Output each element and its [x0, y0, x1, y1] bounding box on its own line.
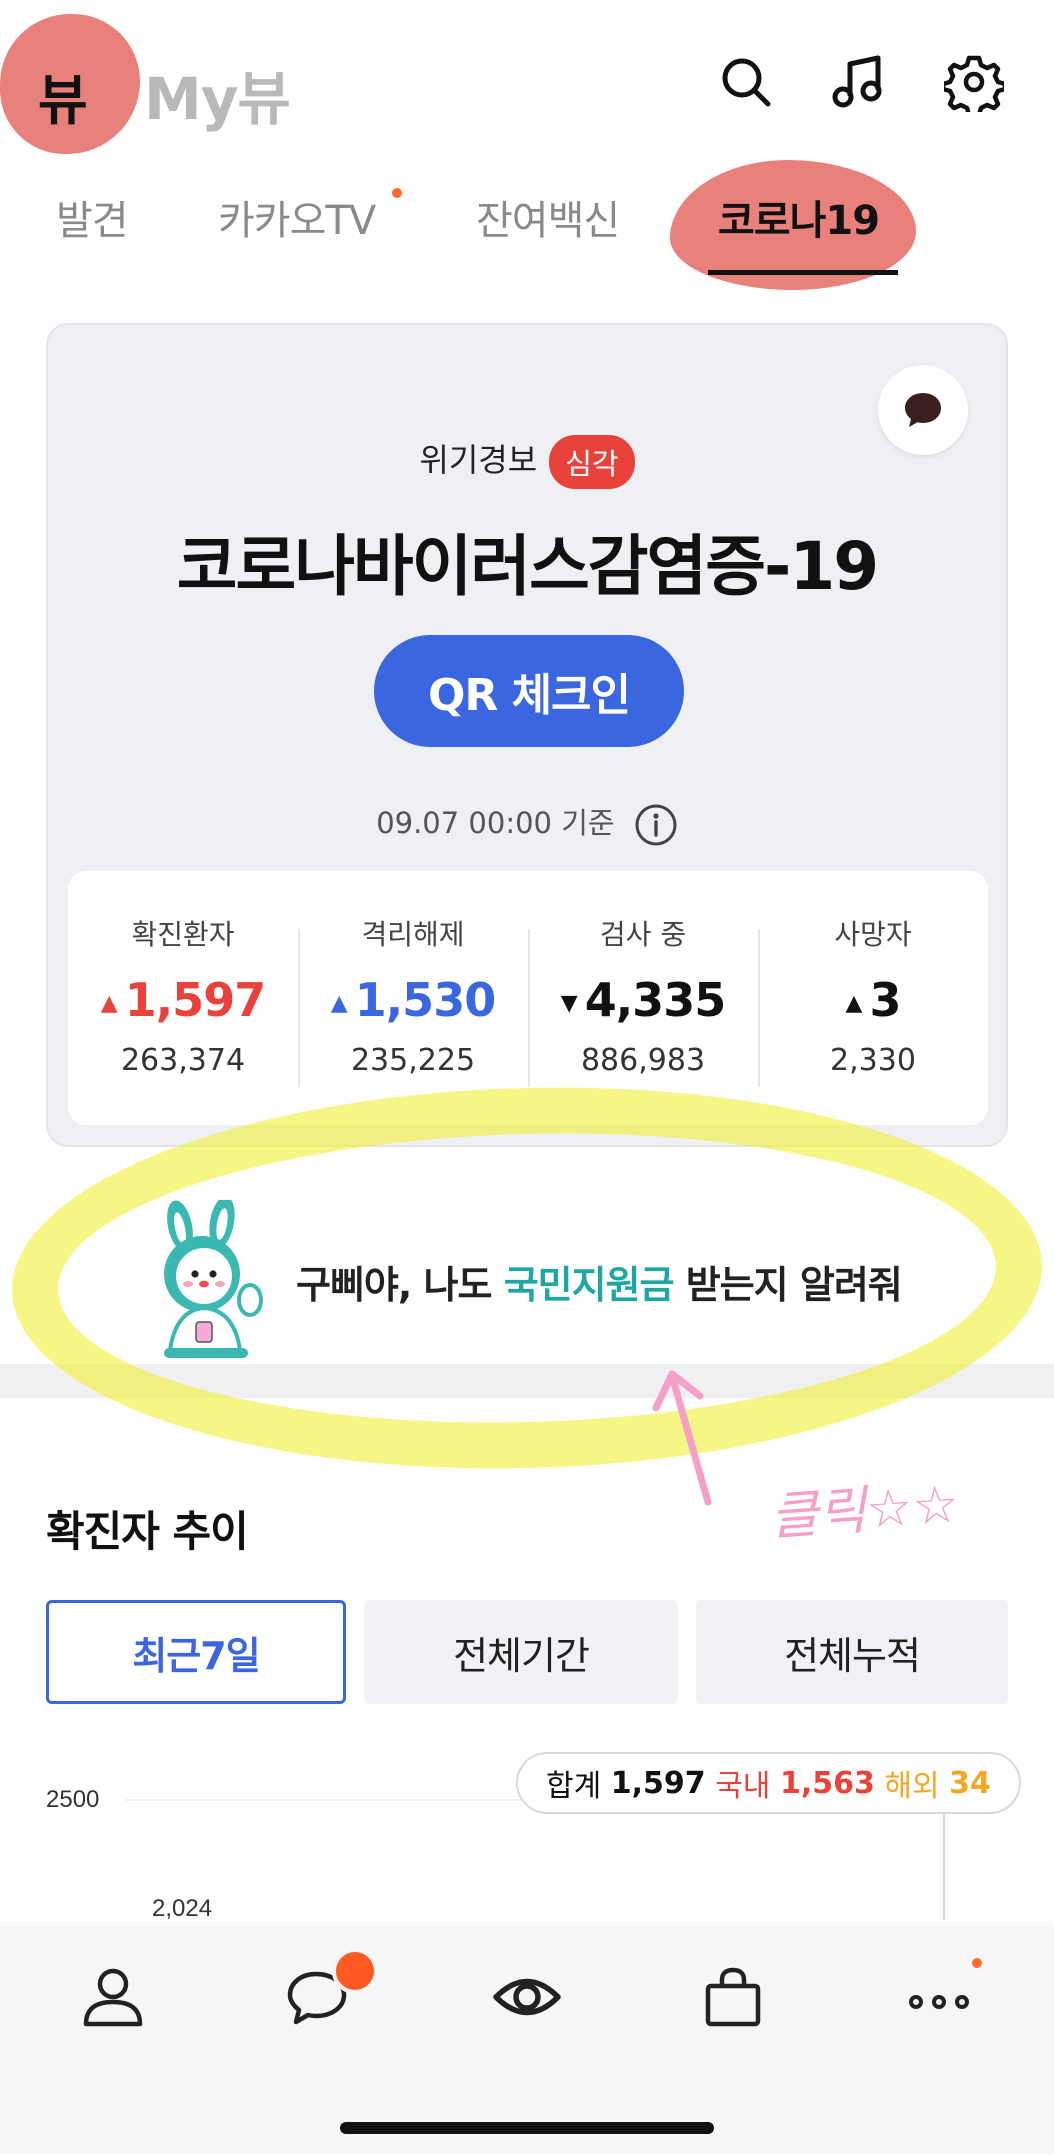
stat-label: 사망자: [834, 918, 912, 951]
stat-label: 검사 중: [599, 918, 687, 951]
tooltip-total-value: 1,597: [610, 1765, 706, 1801]
tooltip-overseas-label: 해외: [884, 1769, 940, 1804]
info-icon[interactable]: [634, 803, 678, 847]
stat-total: 235,225: [350, 1043, 476, 1078]
data-label: 2,024: [152, 1895, 212, 1920]
profile-icon[interactable]: [78, 1962, 148, 2032]
stat-change: ▲ 1,597: [68, 973, 298, 1027]
stat-change-value: 4,335: [584, 973, 727, 1027]
pink-arrow-annotation: [652, 1370, 712, 1506]
alert-label: 위기경보: [419, 441, 538, 479]
my-view-link[interactable]: My뷰: [144, 52, 291, 136]
up-triangle-icon: ▲: [330, 991, 348, 1016]
period-recent-7-days-button[interactable]: 최근7일: [46, 1600, 346, 1704]
period-all-time-button[interactable]: 전체기간: [364, 1600, 678, 1704]
search-icon[interactable]: [716, 52, 776, 112]
tooltip-domestic-label: 국내: [715, 1769, 771, 1804]
new-dot-indicator: [392, 188, 402, 198]
music-icon[interactable]: [828, 52, 888, 112]
app-header: 뷰 My뷰: [0, 0, 1054, 154]
down-triangle-icon: ▼: [560, 991, 578, 1016]
tab-covid19[interactable]: 코로나19: [718, 188, 880, 246]
tab-kakaotv[interactable]: 카카오TV: [218, 188, 376, 246]
stat-change: ▼ 4,335: [528, 973, 758, 1027]
covid-status-card: 위기경보 심각 코로나바이러스감염증-19 QR 체크인 09.07 00:00 …: [46, 323, 1008, 1147]
click-note-annotation: 클릭☆☆: [768, 1474, 962, 1548]
stat-deaths: 사망자 ▲ 3 2,330: [758, 871, 988, 1125]
active-tab-underline: [708, 270, 898, 275]
alert-level-badge: 심각: [549, 435, 635, 489]
alert-level-row: 위기경보 심각: [48, 435, 1006, 489]
period-cumulative-button[interactable]: 전체누적: [696, 1600, 1008, 1704]
tab-leftover-vaccine[interactable]: 잔여백신: [476, 188, 620, 246]
base-time: 09.07 00:00 기준: [376, 806, 615, 840]
stat-released: 격리해제 ▲ 1,530 235,225: [298, 871, 528, 1125]
stat-total: 2,330: [830, 1043, 916, 1078]
chart-tooltip: 합계 1,597 국내 1,563 해외 34: [516, 1752, 1021, 1814]
bottom-navigation: [0, 1922, 1054, 2154]
stat-change-value: 1,597: [124, 973, 267, 1027]
up-triangle-icon: ▲: [845, 991, 863, 1016]
stat-confirmed: 확진환자 ▲ 1,597 263,374: [68, 871, 298, 1125]
view-icon[interactable]: [492, 1962, 562, 2032]
stat-total: 886,983: [580, 1043, 706, 1078]
tab-discover[interactable]: 발견: [56, 188, 129, 246]
disease-title: 코로나바이러스감염증-19: [176, 528, 879, 605]
y-tick-label: 2500: [46, 1786, 99, 1813]
stat-change-value: 3: [869, 973, 901, 1027]
shopping-bag-icon[interactable]: [698, 1962, 768, 2032]
view-logo-badge[interactable]: 뷰: [38, 56, 88, 135]
tooltip-total-label: 합계: [546, 1769, 602, 1804]
up-triangle-icon: ▲: [100, 991, 118, 1016]
stat-change-value: 1,530: [354, 973, 497, 1027]
more-icon[interactable]: [904, 1962, 974, 2032]
stat-label: 확진환자: [131, 918, 235, 951]
tooltip-domestic-value: 1,563: [779, 1765, 875, 1801]
base-time-row: 09.07 00:00 기준: [48, 800, 1006, 847]
stat-label: 격리해제: [361, 918, 465, 951]
trend-title: 확진자 추이: [46, 1507, 249, 1556]
stat-total: 263,374: [120, 1043, 246, 1078]
speech-bubble-icon: [905, 393, 941, 427]
qr-checkin-button[interactable]: QR 체크인: [374, 635, 684, 747]
stat-change: ▲ 3: [758, 973, 988, 1027]
home-indicator: [340, 2122, 714, 2134]
gear-icon[interactable]: [940, 52, 1008, 118]
category-tabs: 발견 카카오TV 잔여백신 코로나19: [0, 160, 1054, 300]
more-new-dot: [972, 1958, 982, 1968]
chat-notification-badge: [332, 1948, 378, 1994]
stat-change: ▲ 1,530: [298, 973, 528, 1027]
tooltip-overseas-value: 34: [949, 1765, 991, 1801]
